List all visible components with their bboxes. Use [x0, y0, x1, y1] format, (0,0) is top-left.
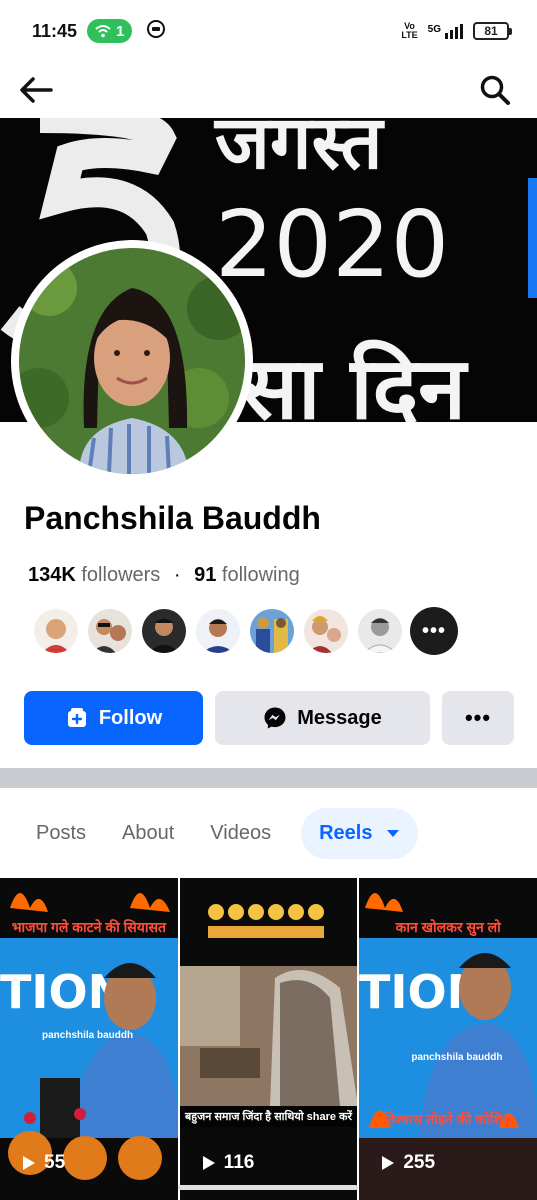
message-button[interactable]: Message: [215, 691, 430, 745]
reel-count-value: 255: [403, 1152, 436, 1173]
add-friend-icon: [67, 708, 86, 727]
more-options-button[interactable]: •••: [442, 691, 514, 745]
mutual-avatar[interactable]: [356, 607, 404, 655]
cover-text-line1: जगस्त: [213, 118, 385, 186]
following-label[interactable]: following: [222, 564, 300, 586]
stats-separator: ·: [173, 564, 181, 586]
reel-caption: कान खोलकर सुन लो: [395, 919, 501, 935]
reel-watermark: panchshila bauddh: [42, 1030, 134, 1041]
reel-subtitle: बहुजन समाज जिंदा है साथियो share करें: [179, 1106, 358, 1127]
reel-bottom-caption: विश्वास तोड़ने की कोशिश: [384, 1111, 513, 1127]
reel-count-value: 55: [44, 1152, 66, 1173]
top-nav: [0, 62, 537, 118]
reel-play-count: 55: [22, 1152, 65, 1174]
mutual-avatar[interactable]: [248, 607, 296, 655]
tab-posts[interactable]: Posts: [18, 808, 104, 859]
wifi-icon: [95, 25, 111, 38]
battery-indicator: 81: [473, 22, 512, 40]
profile-photo: [19, 248, 245, 474]
mutual-avatars-row[interactable]: •••: [32, 607, 458, 655]
follow-stats: 134K followers · 91 following: [28, 564, 300, 587]
play-icon: [202, 1156, 215, 1170]
status-bar: 11:45 1 Vo LTE 5G 81: [0, 0, 537, 62]
followers-label[interactable]: followers: [81, 564, 160, 586]
notification-message-icon: [146, 19, 166, 44]
reel-thumbnail[interactable]: TION कान खोलकर सुन लो panchshila bauddh …: [359, 878, 537, 1200]
following-count[interactable]: 91: [194, 564, 216, 586]
dropdown-caret-icon: [387, 829, 400, 837]
play-icon: [382, 1156, 395, 1170]
wifi-count: 1: [116, 22, 125, 40]
tab-about[interactable]: About: [104, 808, 192, 859]
signal-bar-icon: [455, 26, 458, 39]
followers-count[interactable]: 134K: [28, 564, 76, 586]
reel-count-value: 116: [223, 1152, 255, 1173]
back-arrow-icon: [20, 77, 53, 103]
tab-videos[interactable]: Videos: [192, 808, 289, 859]
cover-text-line3: सा दिन: [238, 339, 469, 422]
mutual-avatar[interactable]: [194, 607, 242, 655]
mutual-avatar[interactable]: [32, 607, 80, 655]
follow-label: Follow: [98, 706, 163, 729]
volte-indicator: Vo LTE: [401, 22, 417, 40]
reel-play-count: 255: [381, 1152, 435, 1174]
profile-tabs: Posts About Videos Reels: [0, 806, 537, 860]
network-type: 5G: [427, 23, 441, 35]
battery-level: 81: [484, 24, 498, 38]
messenger-icon: [264, 707, 286, 729]
home-indicator[interactable]: [178, 1185, 358, 1190]
profile-avatar[interactable]: [11, 240, 253, 482]
profile-name: Panchshila Bauddh: [24, 500, 321, 536]
tab-reels-label: Reels: [319, 821, 373, 844]
tab-reels[interactable]: Reels: [301, 807, 419, 859]
back-button[interactable]: [16, 70, 56, 110]
play-icon: [23, 1156, 35, 1170]
search-icon: [480, 75, 510, 105]
reel-thumbnail[interactable]: TION भाजपा गले काटने की सियासत panchshil…: [0, 878, 178, 1200]
reels-grid: TION भाजपा गले काटने की सियासत panchshil…: [0, 878, 537, 1200]
reel-watermark: panchshila bauddh: [411, 1052, 503, 1063]
search-button[interactable]: [475, 70, 515, 110]
more-mutual-button[interactable]: •••: [410, 607, 458, 655]
reel-caption: भाजपा गले काटने की सियासत: [11, 919, 166, 935]
volte-bottom-text: LTE: [401, 30, 418, 40]
mutual-avatar[interactable]: [140, 607, 188, 655]
signal-bar-icon: [460, 23, 463, 39]
status-time: 11:45: [32, 20, 78, 41]
message-label: Message: [297, 706, 382, 729]
reel-thumbnail[interactable]: बहुजन समाज जिंदा है साथियो share करें 11…: [179, 878, 358, 1200]
signal-indicator: 5G: [427, 23, 463, 39]
follow-button[interactable]: Follow: [24, 691, 203, 745]
mutual-avatar[interactable]: [86, 607, 134, 655]
section-divider: [0, 768, 537, 788]
signal-bar-icon: [450, 29, 453, 39]
wifi-hotspot-indicator: 1: [87, 19, 133, 43]
mutual-avatar[interactable]: [302, 607, 350, 655]
reel-play-count: 116: [202, 1152, 255, 1174]
cover-text-line2: 2020: [215, 191, 449, 298]
signal-bar-icon: [445, 32, 448, 39]
